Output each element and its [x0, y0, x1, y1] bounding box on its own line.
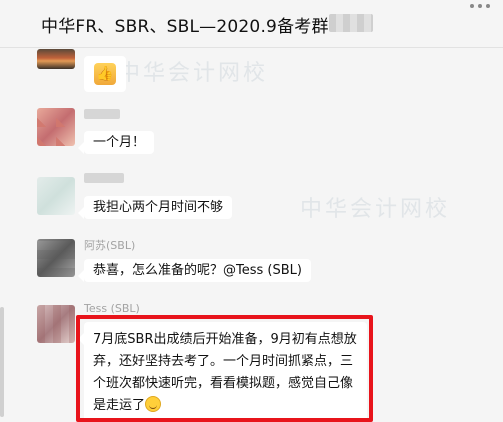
dot-icon [478, 4, 482, 8]
avatar[interactable] [37, 305, 75, 343]
dot-icon [486, 4, 490, 8]
title-blurred-suffix [329, 14, 373, 32]
chat-title: 中华FR、SBR、SBL—2020.9备考群 [41, 17, 329, 37]
sender-name: Tess (SBL) [84, 302, 140, 315]
thumbs-up-icon: 👍 [94, 63, 116, 85]
avatar[interactable] [37, 108, 75, 146]
message-text: 恭喜，怎么准备的呢？@Tess (SBL) [93, 263, 302, 278]
watermark: 中华会计网校 [118, 61, 269, 86]
avatar[interactable] [37, 177, 75, 215]
sender-name: 阿苏(SBL) [84, 239, 136, 252]
message-text: 我担心两个月时间不够 [93, 200, 224, 215]
message-list[interactable]: 中华会计网校 中华会计网校 👍 一个月！ 我担心两个月时间不够 阿苏(SBL) … [0, 49, 503, 422]
sender-name-blurred [84, 173, 124, 183]
watermark: 中华会计网校 [300, 197, 451, 222]
message-text: 一个月！ [93, 135, 146, 150]
message-bubble[interactable]: 恭喜，怎么准备的呢？@Tess (SBL) [78, 259, 311, 282]
dot-icon [470, 4, 474, 8]
image-message[interactable]: 👍 [84, 56, 126, 92]
sender-name-blurred [84, 109, 120, 119]
avatar[interactable] [37, 239, 75, 277]
chat-header: 中华FR、SBR、SBL—2020.9备考群 [0, 0, 503, 48]
highlight-box [76, 315, 373, 422]
more-options-button[interactable] [462, 0, 498, 12]
message-bubble[interactable]: 我担心两个月时间不够 [77, 196, 233, 219]
avatar[interactable] [37, 49, 75, 69]
scrollbar[interactable] [0, 307, 4, 417]
message-bubble[interactable]: 一个月！ [77, 131, 155, 154]
